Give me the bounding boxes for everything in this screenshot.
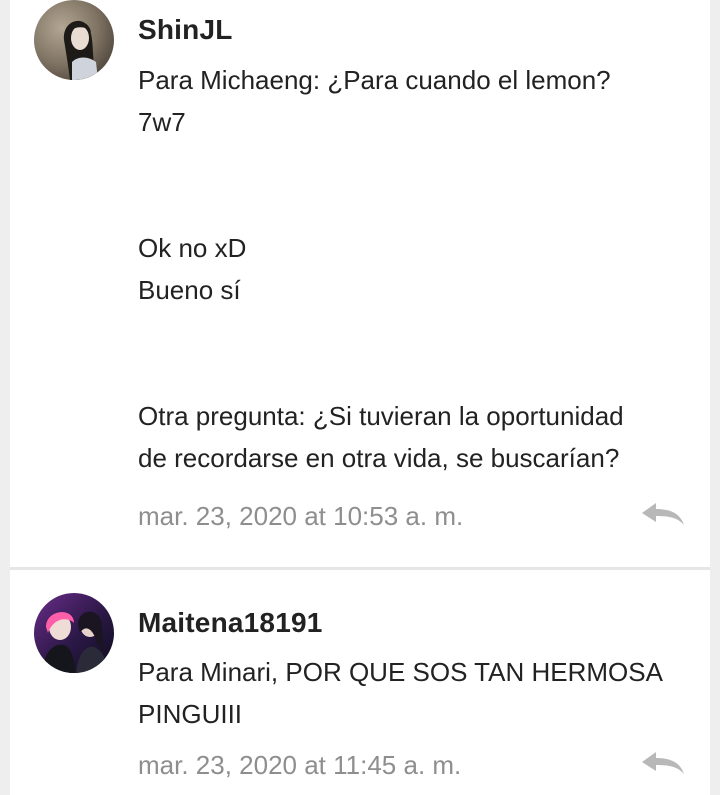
- comment-timestamp: mar. 23, 2020 at 11:45 a. m.: [138, 750, 462, 780]
- comment-line: PINGUIII: [138, 699, 243, 729]
- comment-username[interactable]: Maitena18191: [138, 607, 323, 639]
- comment-card: ShinJL Para Michaeng: ¿Para cuando el le…: [10, 0, 710, 567]
- comment-body: Para Minari, POR QUE SOS TAN HERMOSA PIN…: [138, 651, 698, 735]
- comment-line: [138, 143, 698, 185]
- avatar[interactable]: [34, 0, 114, 80]
- comment-line: Ok no xD: [138, 233, 247, 263]
- avatar-image: [34, 593, 114, 673]
- comment-card: Maitena18191 Para Minari, POR QUE SOS TA…: [10, 570, 710, 795]
- avatar-image: [34, 0, 114, 80]
- comment-body: Para Michaeng: ¿Para cuando el lemon? 7w…: [138, 59, 698, 479]
- reply-arrow-icon[interactable]: [640, 501, 686, 529]
- comment-line: [138, 353, 698, 395]
- comment-username[interactable]: ShinJL: [138, 14, 233, 46]
- avatar[interactable]: [34, 593, 114, 673]
- comment-line: Otra pregunta: ¿Si tuvieran la oportunid…: [138, 401, 624, 431]
- reply-arrow-icon[interactable]: [640, 750, 686, 778]
- comment-line: [138, 185, 698, 227]
- comment-timestamp: mar. 23, 2020 at 10:53 a. m.: [138, 501, 464, 531]
- comment-line: Para Michaeng: ¿Para cuando el lemon?: [138, 65, 611, 95]
- comment-line: de recordarse en otra vida, se buscarían…: [138, 443, 620, 473]
- comment-line: Para Minari, POR QUE SOS TAN HERMOSA: [138, 657, 663, 687]
- comment-line: 7w7: [138, 107, 186, 137]
- comment-line: Bueno sí: [138, 275, 241, 305]
- comment-line: [138, 311, 698, 353]
